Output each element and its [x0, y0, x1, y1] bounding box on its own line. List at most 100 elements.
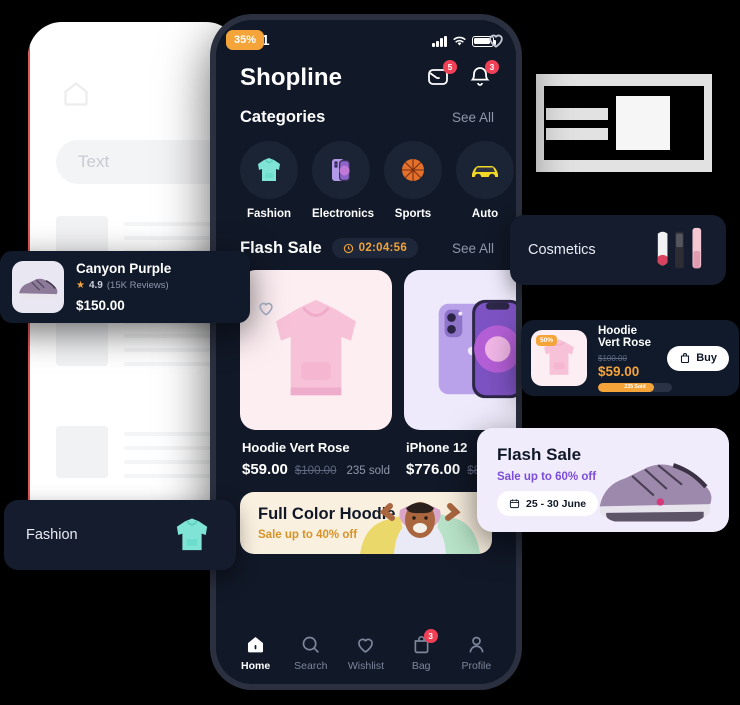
- flash-sale-card[interactable]: Flash Sale Sale up to 60% off 25 - 30 Ju…: [477, 428, 729, 532]
- tab-profile[interactable]: Profile: [450, 634, 502, 672]
- tab-wishlist[interactable]: Wishlist: [340, 634, 392, 672]
- purple-iphone-image: [438, 299, 516, 399]
- tab-label: Search: [294, 660, 328, 672]
- buy-label: Buy: [696, 352, 717, 364]
- app-header: Shopline 5 3: [216, 56, 516, 92]
- product-image: [404, 270, 516, 430]
- heart-icon: [358, 638, 374, 653]
- tab-label: Profile: [461, 660, 492, 672]
- product-price: $59.00: [242, 461, 288, 478]
- flash-sale-timer: 02:04:56: [331, 238, 419, 258]
- bottom-tab-bar: Home Search Wishlist 3 Bag Profile: [216, 622, 516, 684]
- flash-sale-header: Flash Sale 02:04:56 See All: [216, 220, 516, 258]
- cosmetics-category-card[interactable]: Cosmetics: [510, 215, 726, 285]
- heart-outline-icon[interactable]: [486, 30, 506, 50]
- hoodie-product-card[interactable]: 50% Hoodie Vert Rose $100.00 $59.00 235 …: [521, 320, 739, 396]
- main-phone-mockup: 9:41 Shopline: [210, 14, 522, 690]
- product-thumbnail: 50%: [531, 330, 587, 386]
- category-electronics[interactable]: Electronics: [312, 141, 374, 220]
- tab-label: Wishlist: [347, 660, 385, 672]
- skeleton-image-box: [616, 96, 670, 150]
- header-actions: 5 3: [426, 60, 499, 91]
- sold-progress-label: 235 Sold: [624, 384, 646, 390]
- flash-sale-card-title: Flash Sale: [497, 445, 582, 464]
- discount-badge: 35%: [226, 30, 265, 50]
- fashion-category-card[interactable]: Fashion: [4, 500, 236, 570]
- status-indicators: [432, 35, 497, 47]
- category-label: Auto: [471, 208, 499, 220]
- smartphone-icon: [332, 159, 350, 181]
- flash-sale-products: 50% Hoodie Vert Rose $59.00 $100.00 235 …: [216, 30, 516, 478]
- home-icon: [64, 82, 88, 106]
- signal-bars-icon: [432, 35, 447, 47]
- category-icon-wrap: [384, 141, 442, 199]
- tab-search[interactable]: Search: [285, 634, 337, 672]
- skeleton-bar: [536, 160, 712, 172]
- hoodie-icon: [258, 158, 280, 181]
- product-price-row: $59.00 $100.00 235 sold: [242, 461, 392, 478]
- category-sports[interactable]: Sports: [384, 141, 442, 220]
- home-icon: [248, 636, 264, 653]
- heart-outline-icon[interactable]: [256, 298, 276, 318]
- skeleton-bar: [536, 74, 712, 86]
- text-input-placeholder[interactable]: Text: [56, 140, 234, 184]
- canyon-purple-card[interactable]: Canyon Purple ★ 4.9 (15K Reviews) $150.0…: [0, 251, 250, 323]
- man-hoodie-photo: [360, 502, 480, 554]
- buy-button[interactable]: Buy: [667, 345, 729, 371]
- rating-value: 4.9: [88, 280, 103, 291]
- product-name: Canyon Purple: [76, 261, 172, 276]
- product-sold-count: 235 sold: [346, 465, 390, 477]
- rating-row: ★ 4.9 (15K Reviews): [76, 280, 238, 291]
- category-label: Cosmetics: [528, 242, 596, 258]
- flash-sale-date: 25 - 30 June: [526, 497, 587, 510]
- phone-screen: 9:41 Shopline: [216, 20, 516, 684]
- categories-title: Categories: [240, 108, 326, 126]
- category-fashion[interactable]: Fashion: [240, 141, 298, 220]
- category-auto[interactable]: Auto: [456, 141, 514, 220]
- flash-sale-card-subtitle: Sale up to 60% off: [497, 471, 597, 483]
- flash-sale-see-all[interactable]: See All: [452, 241, 494, 256]
- product-old-price: $100.00: [598, 353, 627, 363]
- app-brand-title: Shopline: [240, 64, 343, 91]
- product-image: [240, 270, 392, 430]
- category-icon-wrap: [456, 141, 514, 199]
- placeholder-label: Text: [78, 152, 110, 171]
- category-label: Fashion: [246, 208, 292, 220]
- flash-sale-title: Flash Sale: [240, 238, 322, 257]
- product-thumbnail: [12, 261, 64, 313]
- purple-sneaker-image: [599, 463, 712, 522]
- basketball-icon: [402, 159, 424, 181]
- sold-progress-bar: 235 Sold: [598, 382, 672, 392]
- tab-bag[interactable]: 3 Bag: [395, 629, 447, 672]
- skeleton-bar: [536, 74, 544, 172]
- promo-banner[interactable]: Full Color Hoodie Sale up to 40% off: [240, 492, 492, 554]
- mail-button[interactable]: 5: [426, 60, 457, 91]
- notifications-badge: 3: [485, 60, 499, 74]
- bag-icon: [681, 353, 690, 364]
- wifi-icon: [453, 36, 466, 46]
- product-price: $776.00: [406, 461, 461, 478]
- categories-see-all[interactable]: See All: [452, 110, 494, 125]
- bag-badge: 3: [423, 629, 438, 643]
- tab-home[interactable]: Home: [230, 634, 282, 672]
- purple-sneaker-image: [19, 278, 58, 299]
- pink-hoodie-image: [276, 299, 356, 396]
- notifications-button[interactable]: 3: [468, 60, 499, 91]
- categories-header: Categories See All: [216, 92, 516, 127]
- skeleton-thumb: [56, 426, 108, 478]
- mail-badge: 5: [443, 60, 457, 74]
- person-icon: [469, 636, 484, 653]
- product-price: $150.00: [76, 298, 125, 313]
- skeleton-bar: [546, 128, 608, 140]
- category-label: Fashion: [26, 527, 78, 543]
- hoodie-icon: [176, 518, 208, 551]
- categories-list: Fashion Electronics Sports Auto: [216, 127, 516, 220]
- cosmetics-icon: [657, 227, 702, 269]
- category-icon-wrap: [240, 141, 298, 199]
- product-name: Hoodie Vert Rose: [242, 440, 350, 455]
- wireframe-panel-right: [536, 74, 712, 184]
- notch: [92, 22, 176, 40]
- tab-label: Bag: [411, 660, 431, 672]
- skeleton-bar: [704, 74, 712, 172]
- category-label: Sports: [394, 208, 432, 220]
